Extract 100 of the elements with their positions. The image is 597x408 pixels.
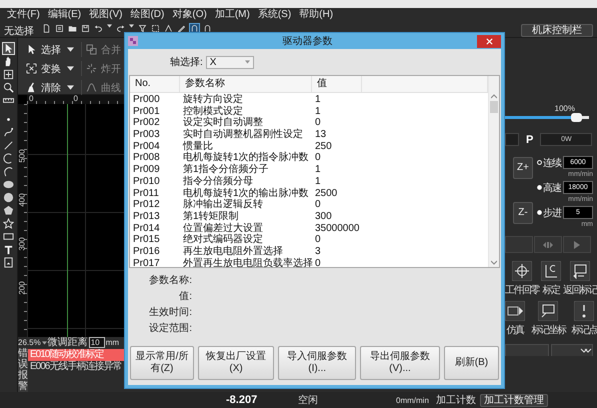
dialog-button[interactable]: 刷新(B) [444,346,499,380]
rectangle-icon[interactable] [3,231,14,242]
dialog-title: 驱动器参数 [282,34,334,48]
table-cell-text: Pr011 [132,188,160,200]
table-cell-text: Pr013 [132,210,161,223]
menu-item[interactable]: 编辑(E) [44,8,86,22]
line-icon[interactable] [3,140,14,151]
column-header: 参数名称 [180,76,312,92]
image-icon[interactable] [3,257,14,268]
frame-icon[interactable] [151,24,160,33]
new-document-icon[interactable] [42,24,51,33]
ribbon-button[interactable]: 变换 [24,61,76,76]
table-cell-text: Pr017 [132,258,161,267]
toolbar-button[interactable] [551,344,593,356]
ruler-icon[interactable] [3,95,14,106]
app-icon [128,36,138,46]
dialog-button[interactable]: 导入伺服参数(I)... [278,346,356,380]
scrollbar[interactable] [488,76,499,267]
ruler-label: 500 [18,149,26,163]
circle-icon[interactable] [3,192,14,203]
machine-panel-button[interactable]: 机床控制栏 [521,24,593,37]
text-icon[interactable] [3,244,14,255]
fit-icon[interactable] [3,69,14,80]
input-field[interactable] [505,133,519,146]
column-header: No. [130,76,180,92]
jog-button[interactable] [563,236,591,253]
arch-icon[interactable] [203,24,212,33]
jog-button[interactable] [534,236,562,253]
z-down-button[interactable]: Z- [513,202,533,224]
radio-button[interactable] [537,209,542,216]
ellipse-icon[interactable] [3,179,14,190]
scroll-down-icon[interactable] [491,260,497,265]
table-cell-text: 0 [314,152,322,164]
table-cell-text: 35000000 [314,222,360,234]
table-cell-text: 0 [314,258,322,267]
arc-icon[interactable] [3,166,14,177]
alarm-item[interactable]: E006无线手柄连接异常 [28,361,124,373]
table-cell-text: Pr015 [132,234,161,246]
table-cell-text: 0 [314,234,322,246]
dialog-button[interactable]: 恢复出厂设置(X) [198,346,274,380]
detail-label: 参数名称: [148,274,192,288]
menu-item[interactable]: 系统(S) [254,8,296,22]
redo-icon[interactable] [116,24,125,33]
table-cell-text: Pr000 [132,94,161,106]
menu-item[interactable]: 加工(M) [210,8,254,22]
dropdown-icon[interactable] [42,340,47,344]
scroll-thumb[interactable] [490,101,498,113]
menu-item[interactable]: 视图(V) [85,8,126,22]
table-cell-text: 控制模式设定 [182,106,244,117]
close-button[interactable] [477,34,501,48]
axis-dropdown[interactable]: X [206,56,254,68]
pen-icon[interactable] [3,127,14,138]
table-cell-text: 3 [314,246,322,258]
axis-label: 轴选择: [170,56,203,69]
zoom-icon[interactable] [3,82,14,93]
node-edit-icon[interactable] [164,24,173,33]
dialog-button[interactable]: 显示常用/所有(Z) [130,346,194,380]
speed-option[interactable]: 高速 [537,181,561,194]
caret-icon [67,66,74,71]
polygon-icon[interactable] [3,205,14,216]
folder-icon[interactable] [68,24,77,33]
table-cell-text: Pr016 [132,246,161,258]
ribbon-button[interactable]: 选择 [24,42,76,57]
arc-icon[interactable] [3,153,14,164]
input-field[interactable]: 10 [88,337,105,348]
table-cell-text: Pr010 [132,176,161,188]
filter-icon[interactable] [138,24,147,33]
menu-item[interactable]: 帮助(H) [295,8,338,22]
feed-speed: 0mm/min [396,396,430,404]
radio-button[interactable] [537,184,542,191]
undo-icon[interactable] [94,24,103,33]
slider-value: 100% [554,104,575,113]
speed-option[interactable]: 步进 [537,206,561,219]
table-cell-text: 250 [314,140,333,152]
ribbon-button[interactable]: 清除 [24,80,76,95]
table-cell-text: 1 [314,94,322,106]
slider-thumb[interactable] [571,113,582,122]
save-icon[interactable] [81,24,90,33]
menu-item[interactable]: 对象(O) [168,8,211,22]
table-cell-text: 300 [314,210,333,223]
pointer-icon[interactable] [3,43,14,54]
menu-item[interactable]: 文件(F) [3,8,44,22]
radio-button[interactable] [537,159,542,166]
dialog-button[interactable]: 导出伺服参数(V)... [360,346,440,380]
scroll-up-icon[interactable] [491,94,497,99]
action-button[interactable]: 标定 [541,261,561,297]
count-manage-button[interactable]: 加工计数管理 [480,394,548,406]
star-icon[interactable] [3,218,14,229]
power-slider[interactable] [505,113,589,122]
speed-option[interactable]: 连续 [537,156,561,169]
action-button[interactable]: 工件回零 [505,261,539,297]
action-button[interactable]: 仿真 [505,301,525,337]
count-label: 加工计数 [436,394,477,407]
pen-icon[interactable] [177,24,186,33]
action-button[interactable]: 返回标记 [563,261,597,297]
menu-item[interactable]: 绘图(D) [126,8,168,22]
z-up-button[interactable]: Z+ [513,156,533,178]
action-button[interactable]: 标记点 [572,301,597,337]
action-button[interactable]: 标记坐标 [531,301,566,337]
document-icon[interactable] [55,24,64,33]
